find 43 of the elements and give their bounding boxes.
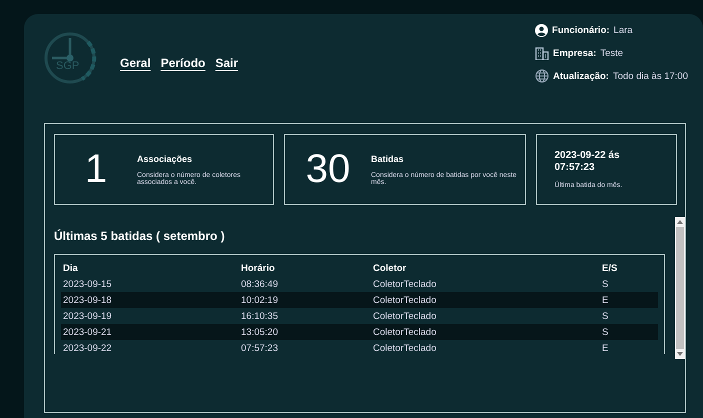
- stat-title: 2023-09-22 ás 07:57:23: [554, 150, 621, 174]
- table-cell: 13:05:20: [239, 324, 371, 340]
- table-cell: 2023-09-22: [61, 340, 239, 354]
- column-header: Dia: [62, 262, 79, 276]
- stat-title: Batidas: [371, 154, 405, 164]
- section-title: Últimas 5 batidas ( setembro ): [54, 229, 226, 243]
- column-header: Horário: [240, 262, 276, 276]
- column-header: E/S: [601, 262, 618, 276]
- table-cell: S: [600, 308, 658, 324]
- table-cell: ColetorTeclado: [371, 324, 600, 340]
- table-cell: 16:10:35: [239, 308, 371, 324]
- info-label: Funcionário:: [552, 24, 610, 36]
- table-cell: 10:02:19: [239, 292, 371, 308]
- column-header: Coletor: [372, 262, 408, 276]
- table-cell: ColetorTeclado: [371, 308, 600, 324]
- nav-link[interactable]: Geral: [120, 56, 151, 70]
- table-cell: 2023-09-19: [61, 308, 239, 324]
- stat-number: 1: [84, 147, 108, 192]
- table-cell: ColetorTeclado: [371, 340, 600, 354]
- info-value: Teste: [600, 48, 624, 58]
- table-cell: 2023-09-18: [61, 292, 239, 308]
- scrollbar[interactable]: [675, 217, 685, 359]
- stat-number: 30: [304, 147, 352, 192]
- globe-icon: [535, 69, 550, 83]
- info-label: Atualização:: [553, 70, 609, 82]
- table-cell: E: [600, 340, 658, 354]
- table-cell: 08:36:49: [239, 276, 371, 292]
- table-cell: S: [600, 324, 658, 340]
- table-cell: S: [600, 276, 658, 292]
- stat-title: Associações: [137, 154, 194, 164]
- table-cell: ColetorTeclado: [371, 276, 600, 292]
- info-value: Lara: [614, 24, 633, 36]
- table-cell: ColetorTeclado: [371, 292, 600, 308]
- table-cell: E: [600, 292, 658, 308]
- user-icon: [535, 24, 548, 36]
- nav-link[interactable]: Período: [160, 56, 206, 70]
- table-cell: 2023-09-21: [61, 324, 239, 340]
- info-label: Empresa:: [553, 48, 596, 58]
- nav-link[interactable]: Sair: [215, 56, 238, 70]
- building-icon: [535, 46, 550, 60]
- table-cell: 2023-09-15: [61, 276, 239, 292]
- table-cell: 07:57:23: [239, 340, 371, 354]
- info-value: Todo dia às 17:00: [612, 70, 688, 82]
